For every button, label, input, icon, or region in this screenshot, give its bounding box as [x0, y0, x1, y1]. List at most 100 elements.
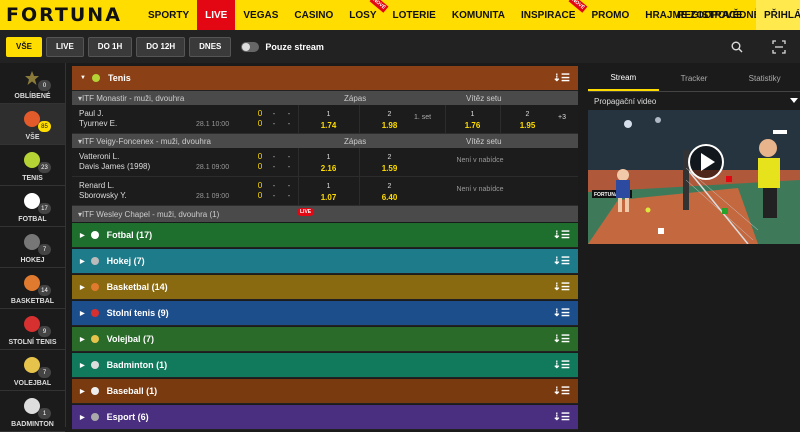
filter-do-12h[interactable]: DO 12H	[136, 36, 186, 57]
sport-header-hockey[interactable]: ▶ Hokej (7) ⇣☰	[72, 249, 578, 274]
sidebar-item-label: HOKEJ	[20, 257, 45, 264]
stream-only-toggle[interactable]: Pouze stream	[241, 41, 324, 52]
col-header-zapas: Zápas	[344, 93, 367, 103]
sport-header-basketball[interactable]: ▶ Basketbal (14) ⇣☰	[72, 275, 578, 300]
sort-icon[interactable]: ⇣☰	[553, 334, 570, 345]
col-header-zapas: Zápas	[344, 136, 367, 146]
toggle-switch[interactable]	[241, 41, 260, 52]
sort-icon[interactable]: ⇣☰	[553, 230, 570, 241]
expand-caret-icon: ▶	[80, 284, 85, 291]
sidebar-item-volleyball[interactable]: 7 VOLEJBAL	[0, 350, 65, 391]
sort-icon[interactable]: ⇣☰	[553, 386, 570, 397]
odds-label: 2	[387, 153, 392, 161]
nav-item-losy[interactable]: LOSY NOVÉ	[341, 0, 389, 30]
nav-item-sporty[interactable]: SPORTY	[140, 0, 197, 30]
competition-header[interactable]: ▾ ITF Veigy-Foncenex - muži, dvouhra Zápa…	[72, 134, 578, 148]
expand-caret-icon: ▶	[80, 362, 85, 369]
expand-caret-icon: ▶	[80, 414, 85, 421]
competition-header[interactable]: ▾ ITF Monastir - muži, dvouhra Zápas Vítěz…	[72, 91, 578, 105]
odds-label: 1	[470, 110, 475, 118]
sort-icon[interactable]: ⇣☰	[553, 256, 570, 267]
sidebar-item-star[interactable]: 0 OBLÍBENÉ	[0, 63, 65, 104]
odds-value: 1.07	[320, 192, 337, 202]
sport-header-badminton[interactable]: ▶ Badminton (1) ⇣☰	[72, 353, 578, 378]
sort-icon[interactable]: ⇣☰	[553, 308, 570, 319]
home-player: Vatteroni L.	[79, 152, 120, 161]
sidebar-item-label: VOLEJBAL	[13, 380, 52, 387]
sport-header-tenis[interactable]: ▼ Tenis ⇣☰	[72, 66, 578, 91]
sport-header-football[interactable]: ▶ Fotbal (17) ⇣☰	[72, 223, 578, 248]
sidebar-item-hockey[interactable]: 7 HOKEJ	[0, 227, 65, 268]
promo-video-select[interactable]: Propagační video	[588, 92, 800, 110]
filter-vše[interactable]: VŠE	[6, 36, 43, 57]
match-row[interactable]: Vatteroni L. Davis James (1998) 28.1 09:00…	[72, 148, 578, 177]
tab-tracker[interactable]: Tracker	[659, 66, 730, 91]
set-odds-button-1[interactable]: 1 1.76	[445, 105, 499, 134]
sport-count-badge: 7	[38, 244, 51, 255]
tab-stream[interactable]: Stream	[588, 66, 659, 91]
nav-item-casino[interactable]: CASINO	[286, 0, 341, 30]
filter-dnes[interactable]: DNES	[189, 36, 232, 57]
nav-item-vegas[interactable]: VEGAS	[235, 0, 286, 30]
nav-item-loterie[interactable]: LOTERIE	[385, 0, 444, 30]
sidebar-item-football[interactable]: 17 FOTBAL	[0, 186, 65, 227]
tab-statistiky[interactable]: Statistiky	[729, 66, 800, 91]
fortuna-logo[interactable]: FORTUNA	[0, 4, 140, 26]
filter-do-1h[interactable]: DO 1H	[87, 36, 133, 57]
sidebar-item-basketball[interactable]: 14 BASKETBAL	[0, 268, 65, 309]
sort-icon[interactable]: ⇣☰	[553, 282, 570, 293]
sport-header-baseball[interactable]: ▶ Baseball (1) ⇣☰	[72, 379, 578, 404]
odds-button-2[interactable]: 2 6.40	[359, 177, 419, 206]
badminton-icon	[90, 361, 99, 369]
sport-count-badge: 14	[38, 285, 51, 296]
set-odds-button-2[interactable]: 2 1.95	[500, 105, 554, 134]
competition-header[interactable]: ▾ ITF Wesley Chapel - muži, dvouhra (1) L…	[72, 206, 578, 222]
stream-only-label: Pouze stream	[265, 41, 324, 52]
sport-header-label: Hokej (7)	[106, 256, 145, 266]
odds-label: 1	[326, 182, 331, 190]
odds-button-1[interactable]: 1 1.74	[298, 105, 358, 134]
search-icon[interactable]	[731, 41, 743, 53]
register-button[interactable]: REGISTRACE	[666, 0, 754, 30]
sidebar-item-badminton[interactable]: 1 BADMINTON	[0, 391, 65, 432]
competition-name: ITF Wesley Chapel - muži, dvouhra (1)	[82, 209, 220, 219]
football-icon	[90, 231, 99, 239]
sport-count-badge: 9	[38, 326, 51, 337]
set-number-label: 1. set	[414, 114, 432, 121]
more-markets-link[interactable]: +3	[558, 114, 566, 121]
odds-button-2[interactable]: 2 1.59	[359, 148, 419, 177]
odds-button-1[interactable]: 1 2.16	[298, 148, 358, 177]
sort-icon[interactable]: ⇣☰	[553, 73, 570, 84]
sidebar-item-all-sports[interactable]: 85 VŠE	[0, 104, 65, 145]
odds-button-2[interactable]: 2 1.98	[359, 105, 419, 134]
nav-item-komunita[interactable]: KOMUNITA	[444, 0, 513, 30]
match-score: 00	[255, 109, 265, 129]
video-thumbnail: FORTUNA	[588, 110, 800, 244]
nav-item-inspirace[interactable]: INSPIRACE NOVÉ	[513, 0, 588, 30]
col-header-vitez-setu: Vítěz setu	[466, 136, 502, 146]
sport-count-badge: 7	[38, 367, 51, 378]
login-button[interactable]: PŘIHLÁ	[756, 0, 800, 30]
sport-header-esport[interactable]: ▶ Esport (6) ⇣☰	[72, 405, 578, 430]
expand-caret-icon: ▶	[80, 336, 85, 343]
sort-icon[interactable]: ⇣☰	[553, 412, 570, 423]
match-row[interactable]: Paul J. Tyurnev E. 28.1 10:00 0 0- - - -1 1.74 2 1…	[72, 105, 578, 134]
sport-header-table-tennis[interactable]: ▶ Stolní tenis (9) ⇣☰	[72, 301, 578, 326]
sport-header-volleyball[interactable]: ▶ Volejbal (7) ⇣☰	[72, 327, 578, 352]
fullscreen-icon[interactable]	[772, 40, 786, 54]
basketball-icon	[90, 283, 99, 291]
promo-video-player[interactable]: FORTUNA	[588, 110, 800, 244]
odds-button-1[interactable]: 1 1.07	[298, 177, 358, 206]
sidebar-item-table-tennis[interactable]: 9 STOLNÍ TENIS	[0, 309, 65, 350]
sidebar-item-label: FOTBAL	[18, 216, 47, 223]
nav-item-live[interactable]: LIVE	[197, 0, 236, 30]
nav-item-promo[interactable]: PROMO	[583, 0, 637, 30]
sidebar-item-tennis-ball[interactable]: 23 TENIS	[0, 145, 65, 186]
tennis-ball-icon	[91, 74, 100, 82]
match-row[interactable]: Renard L. Sborowsky Y. 28.1 09:00 0 0- - - -1 1.…	[72, 177, 578, 206]
hockey-icon	[90, 257, 99, 265]
filter-live[interactable]: LIVE	[46, 36, 84, 57]
filter-bar: VŠE LIVE DO 1H DO 12H DNES Pouze stream	[0, 30, 800, 63]
sport-header-label: Volejbal (7)	[106, 334, 154, 344]
sort-icon[interactable]: ⇣☰	[553, 360, 570, 371]
